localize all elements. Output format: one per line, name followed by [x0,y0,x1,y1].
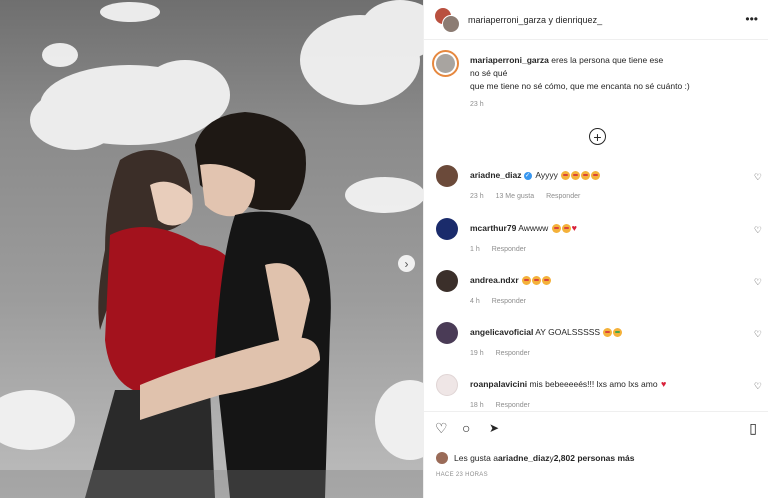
smiling-hearts-emoji-icon [561,224,571,234]
heart-eyes-emoji-icon [561,171,571,181]
comment-item: mcarthur79 Awwww ♥ 1 h Responder ♡ [424,218,768,266]
likes-user[interactable]: ariadne_diaz [498,453,550,463]
comment-meta: 23 h 13 Me gusta Responder [470,193,590,200]
load-more-comments-button[interactable]: + [589,128,606,145]
save-bookmark-icon[interactable]: ▯ [749,421,757,435]
comment-body: Awwww [516,223,551,233]
heart-eyes-emoji-icon [603,328,613,338]
comment-text: mcarthur79 Awwww ♥ [470,223,577,234]
liker-avatar [436,452,448,464]
red-heart-emoji-icon: ♥ [660,379,667,390]
likes-count[interactable]: 2,802 personas más [554,453,635,463]
comment-text: ariadne_diaz ✓ Ayyyy [470,170,601,181]
post-caption: mariaperroni_garza eres la persona que t… [424,40,768,128]
heart-eyes-emoji-icon [571,171,581,181]
red-heart-emoji-icon: ♥ [571,223,577,234]
caption-time: 23 h [470,101,484,108]
comment-time: 18 h [470,402,484,409]
comment-time: 19 h [470,350,484,357]
heart-eyes-emoji-icon [591,171,601,181]
heart-eyes-emoji-icon [581,171,591,181]
crying-emoji-icon [613,328,623,338]
caption-username[interactable]: mariaperroni_garza [470,55,549,65]
like-heart-icon[interactable]: ♡ [435,421,448,435]
caption-avatar[interactable] [432,50,459,77]
commenter-avatar[interactable] [436,218,458,240]
comment-username[interactable]: ariadne_diaz [470,170,522,180]
reply-button[interactable]: Responder [546,193,580,200]
like-comment-heart-icon[interactable]: ♡ [754,172,762,183]
like-comment-heart-icon[interactable]: ♡ [754,381,762,392]
post-date: HACE 23 HORAS [436,472,488,478]
chevron-right-icon: › [404,256,409,271]
like-comment-heart-icon[interactable]: ♡ [754,329,762,340]
more-options-icon[interactable]: ••• [745,12,758,26]
likes-prefix: Les gusta a [454,453,498,463]
comment-meta: 18 h Responder [470,402,540,409]
authors-avatar[interactable] [434,6,460,33]
author-avatar-2 [442,14,460,33]
post-sidebar: mariaperroni_garza y dienriquez_ ••• mar… [423,0,768,498]
post-header: mariaperroni_garza y dienriquez_ ••• [424,0,768,40]
comment-likes[interactable]: 13 Me gusta [496,193,535,200]
reply-button[interactable]: Responder [492,298,526,305]
comment-body: mis bebeeeeés!!! lxs amo lxs amo [527,379,660,389]
like-comment-heart-icon[interactable]: ♡ [754,277,762,288]
comment-username[interactable]: angelicavoficial [470,327,533,337]
heart-eyes-emoji-icon [542,276,552,286]
comment-meta: 1 h Responder [470,246,536,253]
comment-time: 23 h [470,193,484,200]
commenter-avatar[interactable] [436,322,458,344]
comment-username[interactable]: andrea.ndxr [470,275,519,285]
comment-icon[interactable]: ○ [462,421,470,435]
heart-eyes-emoji-icon [532,276,542,286]
comment-time: 1 h [470,246,480,253]
comment-meta: 19 h Responder [470,350,540,357]
share-icon[interactable]: ➤ [489,422,499,434]
couple-photo-illustration [0,0,423,498]
comment-meta: 4 h Responder [470,298,536,305]
heart-eyes-emoji-icon [522,276,532,286]
like-comment-heart-icon[interactable]: ♡ [754,225,762,236]
comment-body: Ayyyy [533,170,561,180]
reply-button[interactable]: Responder [496,350,530,357]
comment-body: AY GOALSSSSS [533,327,603,337]
comment-text: angelicavoficial AY GOALSSSSS [470,327,623,338]
likes-summary: Les gusta a ariadne_diaz y 2,802 persona… [436,452,635,464]
caption-line3: que me tiene no sé cómo, que me encanta … [470,81,690,91]
comment-text: roanpalavicini mis bebeeeeés!!! lxs amo … [470,379,666,389]
post-photo[interactable]: › [0,0,423,498]
comment-item: andrea.ndxr 4 h Responder ♡ [424,270,768,318]
comment-username[interactable]: roanpalavicini [470,379,527,389]
comment-username[interactable]: mcarthur79 [470,223,516,233]
reply-button[interactable]: Responder [492,246,526,253]
caption-text: mariaperroni_garza eres la persona que t… [470,54,755,93]
instagram-post: › mariaperroni_garza y dienriquez_ ••• m… [0,0,768,498]
reply-button[interactable]: Responder [496,402,530,409]
post-actions: ♡ ○ ➤ ▯ Les gusta a ariadne_diaz y 2,802… [424,411,768,498]
caption-line2: no sé qué [470,68,508,78]
comment-item: ariadne_diaz ✓ Ayyyy 23 h 13 Me gusta Res… [424,165,768,213]
commenter-avatar[interactable] [436,270,458,292]
post-authors[interactable]: mariaperroni_garza y dienriquez_ [468,15,602,25]
comment-text: andrea.ndxr [470,275,552,286]
heart-eyes-emoji-icon [551,224,561,234]
commenter-avatar[interactable] [436,374,458,396]
next-photo-button[interactable]: › [398,255,415,272]
plus-icon: + [593,128,602,145]
caption-line1: eres la persona que tiene ese [548,55,664,65]
comment-body [519,275,521,285]
commenter-avatar[interactable] [436,165,458,187]
comment-time: 4 h [470,298,480,305]
verified-icon: ✓ [523,171,532,180]
comment-item: angelicavoficial AY GOALSSSSS 19 h Respo… [424,322,768,370]
